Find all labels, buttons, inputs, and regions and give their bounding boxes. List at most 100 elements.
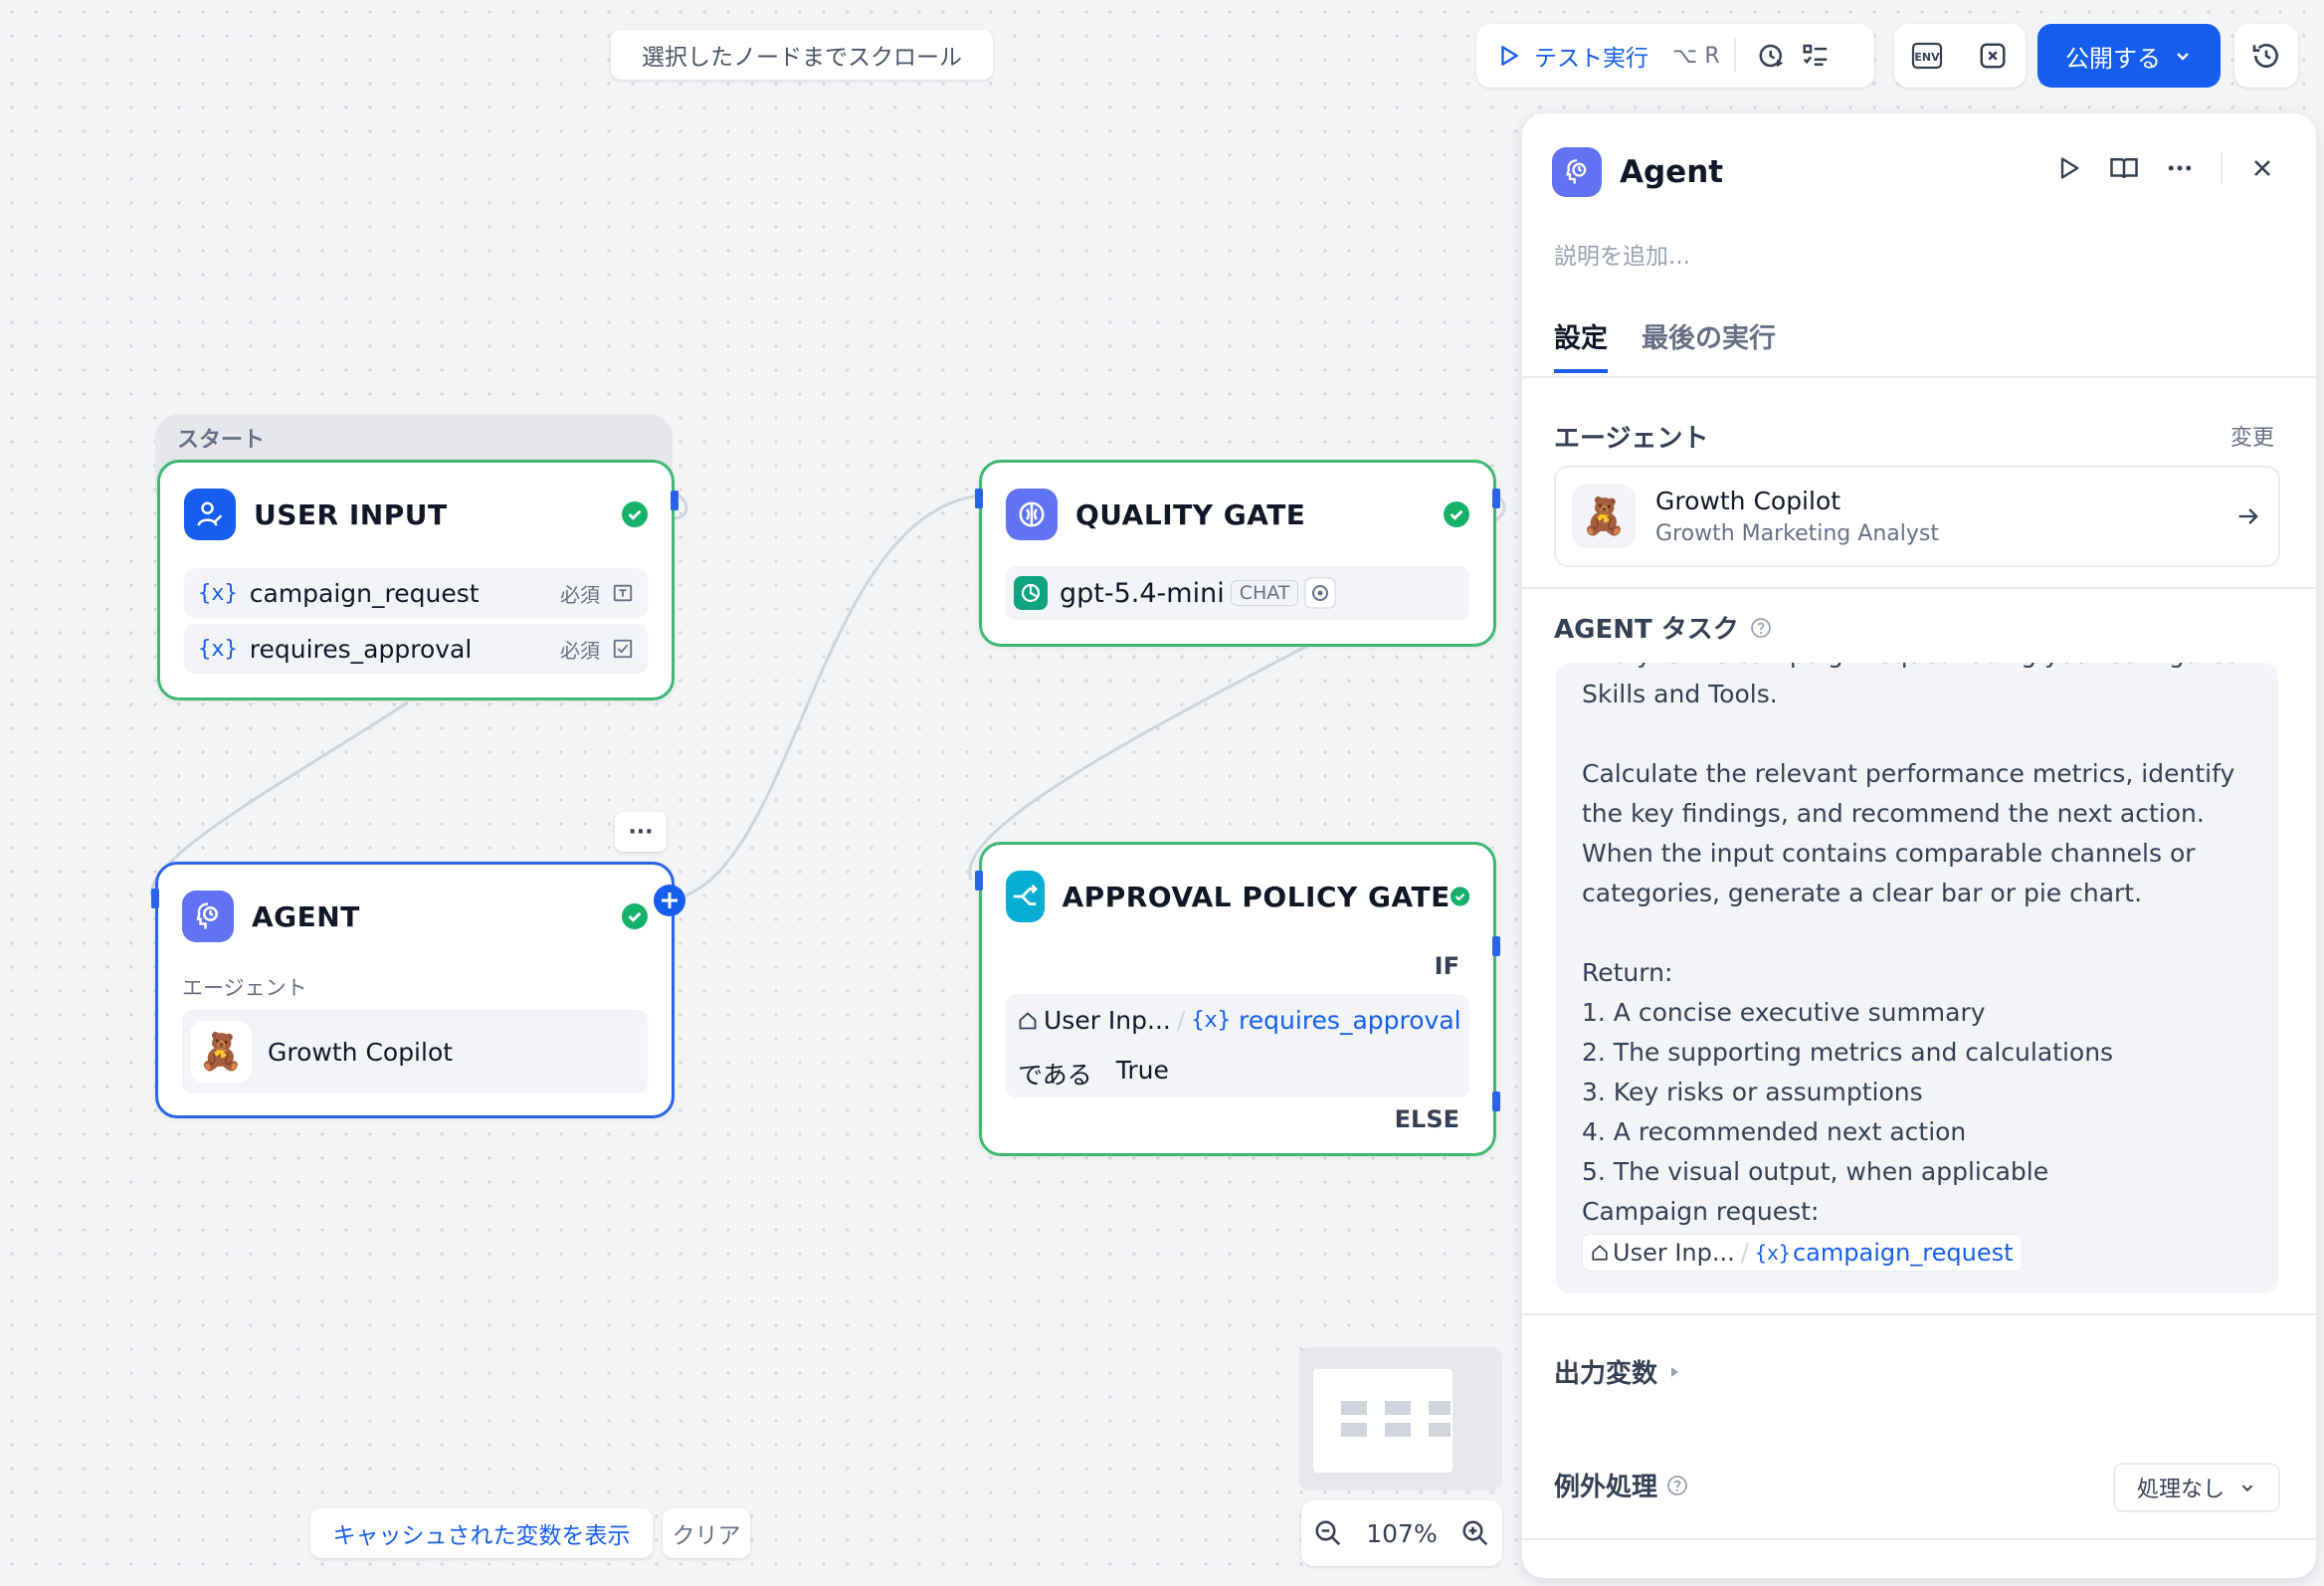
- task-prompt-editor[interactable]: Analyze the campaign request using your …: [1556, 663, 2278, 1293]
- node-settings-panel: Agent 説明を追加... 設定 最後の実行 エージェント 変更 🧸 Grow…: [1522, 113, 2316, 1578]
- success-check-icon: [1450, 887, 1469, 906]
- required-badge: 必須: [560, 638, 600, 663]
- tab-settings[interactable]: 設定: [1554, 316, 1608, 373]
- agent-card-name: Growth Copilot: [1655, 487, 1841, 515]
- condition-comparison: である True: [1018, 1056, 1169, 1091]
- llm-brain-icon: [1006, 489, 1058, 540]
- agent-avatar: 🧸: [1572, 485, 1636, 548]
- exception-handling-label: 例外処理: [1554, 1473, 1658, 1502]
- run-node-play-icon[interactable]: [2055, 154, 2083, 182]
- chevron-down-icon: [2241, 1485, 2253, 1492]
- panel-actions: [2055, 153, 2276, 183]
- exception-handling-header: 例外処理: [1554, 1467, 1689, 1503]
- model-row[interactable]: gpt-5.4-mini CHAT: [1006, 566, 1469, 620]
- minimap-node: [1385, 1423, 1411, 1437]
- condition-value: True: [1115, 1056, 1169, 1085]
- node-approval-policy-gate[interactable]: APPROVAL POLICY GATE IF User Inp... / {x…: [975, 842, 1500, 1156]
- divider: [1522, 376, 2316, 378]
- history-icon: [2252, 44, 2278, 68]
- output-handle[interactable]: [1492, 489, 1500, 508]
- model-settings-icon[interactable]: [1304, 577, 1336, 609]
- chip-separator: /: [1740, 1239, 1749, 1267]
- home-node-icon: [1592, 1245, 1608, 1261]
- variable-x-icon: [1980, 43, 2006, 69]
- variables-button[interactable]: [1971, 34, 2015, 78]
- node-quality-gate[interactable]: QUALITY GATE gpt-5.4-mini CHAT: [975, 460, 1500, 647]
- run-history-button[interactable]: [1750, 34, 1794, 78]
- tab-last-run[interactable]: 最後の実行: [1642, 316, 1776, 373]
- input-var-name: requires_approval: [249, 634, 473, 664]
- input-handle[interactable]: [151, 889, 159, 908]
- exception-handling-select[interactable]: 処理なし: [2113, 1463, 2280, 1512]
- divider: [1522, 1313, 2316, 1315]
- svg-text:ENV: ENV: [1914, 51, 1940, 64]
- help-icon[interactable]: [1665, 1474, 1689, 1497]
- task-prompt-text: Analyze the campaign request using your …: [1582, 663, 2256, 1272]
- run-toolbar: テスト実行 ⌥ R: [1476, 24, 1874, 88]
- input-var-row[interactable]: {x} requires_approval 必須: [184, 624, 648, 674]
- minimap-node: [1385, 1401, 1411, 1415]
- show-cached-variables-button[interactable]: キャッシュされた変数を表示: [310, 1508, 653, 1558]
- minimap-node: [1341, 1423, 1367, 1437]
- if-output-handle[interactable]: [1492, 936, 1500, 956]
- node-more-button[interactable]: ···: [615, 812, 667, 852]
- variable-icon: {x}: [1754, 1241, 1791, 1265]
- checklist-button[interactable]: [1794, 34, 1838, 78]
- test-run-shortcut: ⌥ R: [1672, 43, 1720, 69]
- agent-node-agent-row[interactable]: 🧸 Growth Copilot: [182, 1010, 648, 1093]
- scroll-to-selected-button[interactable]: 選択したノードまでスクロール: [611, 30, 993, 80]
- zoom-out-icon[interactable]: [1313, 1518, 1343, 1548]
- test-run-button[interactable]: テスト実行 ⌥ R: [1476, 24, 1720, 88]
- show-cached-variables-label: キャッシュされた変数を表示: [332, 1523, 631, 1549]
- node-agent[interactable]: AGENT エージェント 🧸 Growth Copilot: [151, 862, 675, 1118]
- panel-tabs: 設定 最後の実行: [1554, 316, 1776, 373]
- chip-node-name: User Inp...: [1613, 1239, 1735, 1267]
- description-input[interactable]: 説明を追加...: [1554, 237, 1690, 271]
- input-var-name: campaign_request: [249, 578, 480, 608]
- env-toolbar: ENV: [1894, 24, 2026, 88]
- node-title: USER INPUT: [254, 497, 448, 531]
- close-icon[interactable]: [2248, 154, 2276, 182]
- add-node-plus-icon[interactable]: [653, 884, 686, 917]
- model-name: gpt-5.4-mini: [1060, 577, 1225, 609]
- else-output-handle[interactable]: [1492, 1091, 1500, 1111]
- output-handle[interactable]: [671, 491, 678, 510]
- version-history-button[interactable]: [2234, 24, 2298, 88]
- node-header: AGENT: [182, 891, 648, 942]
- output-vars-toggle[interactable]: 出力変数: [1554, 1353, 1681, 1390]
- campaign-request-chip[interactable]: User Inp... / {x} campaign_request: [1582, 1234, 2023, 1272]
- panel-header: Agent: [1552, 147, 1723, 197]
- clear-cache-button[interactable]: クリア: [663, 1508, 750, 1558]
- divider: [1522, 587, 2316, 589]
- more-dots-icon: ···: [628, 819, 654, 845]
- condition-box[interactable]: User Inp... / {x} requires_approval である …: [1006, 994, 1469, 1097]
- input-var-row[interactable]: {x} campaign_request 必須: [184, 568, 648, 618]
- task-prompt-body: Analyze the campaign request using your …: [1582, 663, 2241, 1186]
- change-agent-link[interactable]: 変更: [2230, 420, 2274, 452]
- condition-source-node: User Inp...: [1044, 1006, 1171, 1035]
- help-icon[interactable]: [1749, 616, 1773, 640]
- publish-label: 公開する: [2065, 44, 2161, 73]
- node-header: APPROVAL POLICY GATE: [1006, 871, 1469, 922]
- more-options-icon[interactable]: [2165, 153, 2195, 183]
- arrow-right-icon: [2238, 508, 2258, 524]
- selected-agent-card[interactable]: 🧸 Growth Copilot Growth Marketing Analys…: [1554, 466, 2280, 567]
- scroll-to-selected-label: 選択したノードまでスクロール: [642, 45, 962, 71]
- agent-node-subtitle: エージェント: [182, 976, 307, 1000]
- node-user-input[interactable]: USER INPUT {x} campaign_request 必須 {x} r…: [157, 460, 678, 700]
- home-node-icon: [1019, 1011, 1037, 1029]
- env-icon: ENV: [1911, 42, 1943, 70]
- zoom-in-icon[interactable]: [1460, 1518, 1490, 1548]
- minimap[interactable]: [1299, 1347, 1502, 1490]
- chip-variable-name: campaign_request: [1792, 1239, 2014, 1267]
- panel-title[interactable]: Agent: [1620, 154, 1723, 190]
- else-label: ELSE: [1394, 1105, 1459, 1133]
- docs-book-icon[interactable]: [2109, 153, 2139, 183]
- env-button[interactable]: ENV: [1905, 34, 1949, 78]
- agent-avatar: 🧸: [190, 1021, 252, 1083]
- publish-button[interactable]: 公開する: [2037, 24, 2221, 88]
- test-run-label: テスト実行: [1534, 46, 1648, 72]
- zoom-level[interactable]: 107%: [1366, 1519, 1437, 1548]
- input-handle[interactable]: [975, 871, 983, 891]
- input-handle[interactable]: [975, 489, 983, 508]
